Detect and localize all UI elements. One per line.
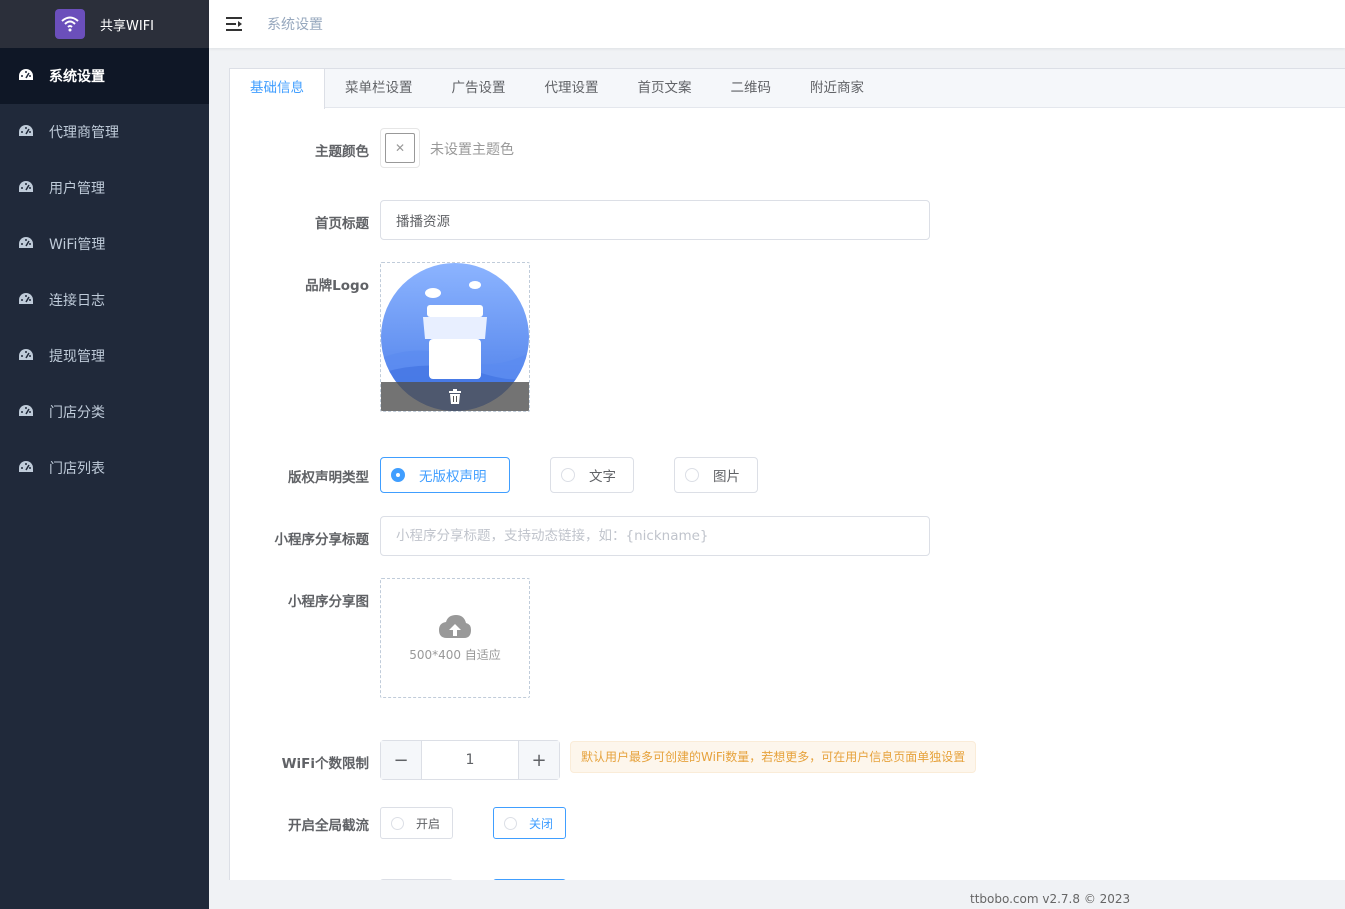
- radio-empty-icon: [561, 468, 575, 482]
- sidebar-item-1[interactable]: 代理商管理: [0, 104, 209, 160]
- sidebar-item-2[interactable]: 用户管理: [0, 160, 209, 216]
- wifi-limit-stepper: − 1 +: [380, 740, 560, 780]
- footer-text: ttbobo.com v2.7.8 © 2023: [970, 892, 1131, 906]
- theme-color-picker[interactable]: ✕: [380, 128, 420, 168]
- tab-6[interactable]: 附近商家: [792, 69, 885, 108]
- intercept-on-radio[interactable]: 开启: [380, 807, 453, 839]
- decrease-button[interactable]: −: [381, 741, 421, 779]
- menu-toggle-icon[interactable]: [226, 15, 244, 33]
- settings-panel: 基础信息 菜单栏设置 广告设置 代理设置 首页文案 二维码 附近商家 主题颜色 ✕ 未设置主…: [229, 68, 1345, 880]
- breadcrumb[interactable]: 系统设置: [267, 14, 323, 34]
- dashboard-icon: [18, 348, 34, 364]
- logo-bar: 共享WIFI: [0, 0, 209, 48]
- wifi-logo-icon: [55, 9, 85, 39]
- sidebar-item-7[interactable]: 门店列表: [0, 440, 209, 496]
- share-title-label: 小程序分享标题: [274, 532, 370, 548]
- sidebar: 共享WIFI 系统设置代理商管理用户管理 WiFi管理 连接日志提现管理门店分类门店…: [0, 0, 209, 909]
- cloud-upload-icon: [439, 614, 471, 638]
- trash-icon: [449, 389, 461, 404]
- intercept-off-label: 关闭: [529, 816, 554, 831]
- global-intercept-label: 开启全局截流: [288, 818, 369, 834]
- brand-logo-upload[interactable]: [380, 262, 530, 412]
- sidebar-item-label: 连接日志: [49, 293, 105, 309]
- share-title-input[interactable]: [380, 516, 930, 556]
- sidebar-item-label: 提现管理: [49, 349, 105, 365]
- share-image-label: 小程序分享图: [288, 594, 369, 610]
- close-icon: ✕: [385, 133, 415, 163]
- home-title-label: 首页标题: [315, 216, 369, 232]
- sidebar-item-label: 代理商管理: [49, 125, 119, 141]
- intercept-off-radio[interactable]: 关闭: [493, 807, 566, 839]
- theme-color-label: 主题颜色: [315, 144, 369, 160]
- delete-logo-button[interactable]: [381, 382, 529, 411]
- sidebar-menu: 系统设置代理商管理用户管理 WiFi管理 连接日志提现管理门店分类门店列表: [0, 48, 209, 496]
- share-image-hint: 500*400 自适应: [409, 647, 501, 662]
- tab-5[interactable]: 二维码: [713, 69, 793, 108]
- copyright-text-radio[interactable]: 文字: [550, 457, 634, 493]
- sidebar-item-label: 系统设置: [49, 69, 105, 85]
- copyright-none-radio[interactable]: 无版权声明: [380, 457, 510, 493]
- sidebar-item-label: 用户管理: [49, 181, 105, 197]
- dashboard-icon: [18, 460, 34, 476]
- dashboard-icon: [18, 124, 34, 140]
- copyright-type-label: 版权声明类型: [288, 470, 369, 486]
- brand-logo-label: 品牌Logo: [305, 278, 369, 294]
- dashboard-icon: [18, 68, 34, 84]
- sidebar-item-label: WiFi管理: [49, 237, 106, 253]
- tab-bar: 基础信息 菜单栏设置 广告设置 代理设置 首页文案 二维码 附近商家: [230, 69, 1345, 109]
- wifi-limit-value[interactable]: 1: [421, 741, 519, 779]
- tab-2[interactable]: 广告设置: [434, 69, 527, 108]
- sidebar-item-6[interactable]: 门店分类: [0, 384, 209, 440]
- copyright-image-radio[interactable]: 图片: [674, 457, 758, 493]
- radio-empty-icon: [391, 816, 404, 830]
- dashboard-icon: [18, 236, 34, 252]
- radio-selected-icon: [391, 468, 405, 482]
- footer: ttbobo.com v2.7.8 © 2023: [209, 880, 1345, 909]
- tab-0[interactable]: 基础信息: [230, 69, 325, 109]
- copyright-text-label: 文字: [589, 469, 616, 485]
- wifi-limit-label: WiFi个数限制: [281, 756, 369, 772]
- home-title-input[interactable]: [380, 200, 930, 240]
- top-header: 系统设置: [209, 0, 1345, 48]
- sidebar-item-label: 门店分类: [49, 405, 105, 421]
- sidebar-item-5[interactable]: 提现管理: [0, 328, 209, 384]
- theme-color-hint: 未设置主题色: [430, 142, 514, 158]
- dashboard-icon: [18, 404, 34, 420]
- intercept-on-label: 开启: [416, 816, 441, 831]
- sidebar-item-0[interactable]: 系统设置: [0, 48, 209, 104]
- copyright-image-label: 图片: [713, 469, 740, 485]
- sidebar-item-3[interactable]: WiFi管理: [0, 216, 209, 272]
- sidebar-item-label: 门店列表: [49, 461, 105, 477]
- app-name: 共享WIFI: [100, 18, 154, 34]
- share-image-upload[interactable]: 500*400 自适应: [380, 578, 530, 698]
- copyright-none-label: 无版权声明: [419, 469, 487, 485]
- dashboard-icon: [18, 180, 34, 196]
- radio-empty-icon: [685, 468, 699, 482]
- sidebar-item-4[interactable]: 连接日志: [0, 272, 209, 328]
- wifi-limit-tip: 默认用户最多可创建的WiFi数量，若想更多，可在用户信息页面单独设置: [570, 741, 977, 773]
- increase-button[interactable]: +: [519, 741, 559, 779]
- tab-3[interactable]: 代理设置: [527, 69, 620, 108]
- radio-selected-icon: [504, 816, 517, 830]
- tab-1[interactable]: 菜单栏设置: [325, 69, 434, 108]
- dashboard-icon: [18, 292, 34, 308]
- tab-4[interactable]: 首页文案: [620, 69, 713, 108]
